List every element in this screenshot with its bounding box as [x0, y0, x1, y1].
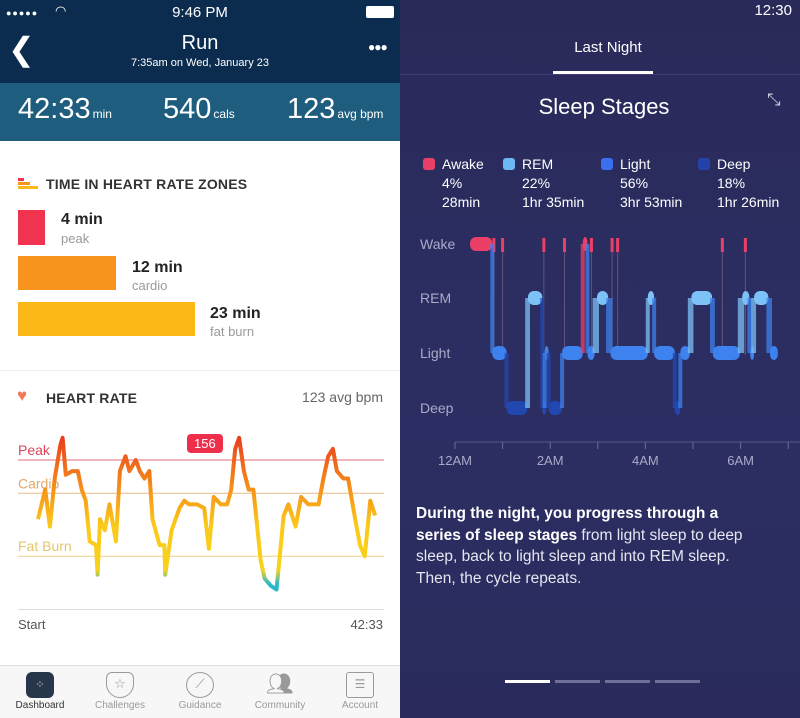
brief-wake-mark	[542, 238, 546, 252]
x-tick-label: 12AM	[438, 453, 472, 468]
stage-label-rem: REM	[420, 290, 451, 306]
star-badge-icon: ☆	[106, 672, 134, 698]
page-indicator-1[interactable]	[505, 680, 550, 683]
brief-wake-mark	[589, 238, 593, 252]
stage-transition	[645, 298, 650, 353]
zone-bar-peak	[18, 210, 45, 245]
account-card-icon: ☰	[346, 672, 374, 698]
stage-transition	[678, 353, 683, 408]
sleep-description: During the night, you progress through a…	[416, 505, 743, 587]
stage-segment-light	[492, 346, 507, 360]
stage-transition	[710, 298, 715, 353]
chart-end-label: 42:33	[350, 617, 383, 632]
page-indicator-4[interactable]	[655, 680, 700, 683]
stage-transition	[490, 244, 495, 353]
x-tick-label: 6AM	[727, 453, 754, 468]
zone-bar-cardio	[18, 256, 116, 290]
tab-challenges[interactable]: ☆ Challenges	[80, 670, 160, 711]
compass-icon: ⟋	[186, 672, 214, 698]
x-tick-label: 2AM	[537, 453, 564, 468]
stage-segment-light	[610, 346, 648, 360]
stage-segment-deep	[548, 401, 563, 415]
zone-label-peak: peak	[61, 231, 90, 246]
heart-icon: ♥	[17, 386, 28, 405]
people-icon: 👥︎	[266, 671, 294, 696]
page-subtitle: 7:35am on Wed, January 23	[131, 57, 269, 69]
stage-segment-light	[769, 346, 778, 360]
stage-segment-deep	[506, 401, 528, 415]
stage-transition	[652, 298, 657, 353]
battery-icon	[366, 6, 394, 18]
stage-transition	[560, 353, 565, 408]
peak-marker: 156	[187, 434, 223, 453]
tab-account[interactable]: ☰ Account	[320, 670, 400, 711]
stage-transition	[585, 244, 590, 353]
summary-stats: 42:33 min 540 cals 123 avg bpm	[0, 83, 400, 141]
stat-avg-bpm: 123 avg bpm	[287, 93, 384, 125]
stage-transition	[672, 353, 677, 408]
stage-segment-light	[562, 346, 583, 360]
stage-segment-rem	[754, 291, 769, 305]
brief-wake-mark	[501, 238, 505, 252]
stage-segment-light	[712, 346, 740, 360]
brief-wake-mark	[743, 238, 747, 252]
brief-wake-mark	[720, 238, 724, 252]
brief-wake-mark	[562, 238, 566, 252]
stage-transition	[546, 353, 551, 408]
tab-community[interactable]: 👥︎ Community	[240, 670, 320, 712]
run-screen: ●●●●● ◠ 9:46 PM ❮ Run 7:35am on Wed, Jan…	[0, 0, 400, 718]
stage-label-deep: Deep	[420, 400, 454, 416]
zones-icon	[18, 178, 38, 190]
zone-bar-fatburn	[18, 302, 195, 336]
x-tick-label: 4AM	[632, 453, 659, 468]
stage-transition	[542, 353, 547, 408]
zones-title: TIME IN HEART RATE ZONES	[46, 176, 248, 192]
zone-value-peak: 4 min	[61, 211, 103, 228]
stage-transition	[737, 298, 745, 353]
tab-bar: ⁘ Dashboard ☆ Challenges ⟋ Guidance 👥︎ Commu…	[0, 665, 400, 718]
brief-wake-mark	[610, 238, 614, 252]
status-time: 9:46 PM	[172, 4, 228, 21]
sleep-stages-chart: Wake REM Light Deep 12AM 2AM 4AM 6AM	[420, 236, 800, 468]
zone-label-cardio: cardio	[132, 278, 168, 293]
stage-segment-rem	[527, 291, 543, 305]
zone-label-fatburn: fat burn	[210, 324, 255, 339]
tab-guidance[interactable]: ⟋ Guidance	[160, 670, 240, 711]
stage-segment-wake	[470, 237, 493, 251]
more-button[interactable]: ●●●	[368, 40, 388, 54]
sleep-screen: 12:30 Last Night Sleep Stages ⤡ Awake 4% 2…	[400, 0, 800, 718]
chart-baseline	[18, 609, 384, 610]
stage-transition	[751, 298, 757, 353]
chart-start-label: Start	[18, 617, 46, 632]
zone-value-fatburn: 23 min	[210, 305, 261, 322]
stage-transition	[525, 298, 530, 408]
heart-rate-line	[36, 435, 378, 592]
stage-label-light: Light	[420, 345, 450, 361]
zone-value-cardio: 12 min	[132, 259, 183, 276]
stage-transition	[606, 298, 613, 353]
heart-rate-avg: 123 avg bpm	[302, 389, 383, 405]
stage-segment-rem	[691, 291, 713, 305]
divider	[0, 370, 400, 371]
page-indicator-3[interactable]	[605, 680, 650, 683]
brief-wake-mark	[616, 238, 620, 252]
page-title: Run	[181, 32, 219, 54]
zone-label-0: Peak	[18, 442, 51, 458]
zone-label-2: Fat Burn	[18, 538, 72, 554]
stage-transition	[580, 244, 585, 353]
stage-transition	[592, 298, 600, 353]
heart-rate-title: HEART RATE	[46, 390, 138, 406]
stat-calories: 540 cals	[163, 93, 235, 125]
stage-transition	[687, 298, 694, 353]
page-indicator-2[interactable]	[555, 680, 600, 683]
nav-bar: ●●●●● ◠ 9:46 PM ❮ Run 7:35am on Wed, Jan…	[0, 0, 400, 83]
stage-label-wake: Wake	[420, 236, 455, 252]
stat-duration: 42:33 min	[18, 93, 112, 125]
stage-segment-light	[654, 346, 675, 360]
stage-transition	[504, 353, 509, 408]
tab-dashboard[interactable]: ⁘ Dashboard	[0, 670, 80, 711]
dashboard-icon: ⁘	[26, 672, 54, 698]
stage-transition	[766, 298, 772, 353]
